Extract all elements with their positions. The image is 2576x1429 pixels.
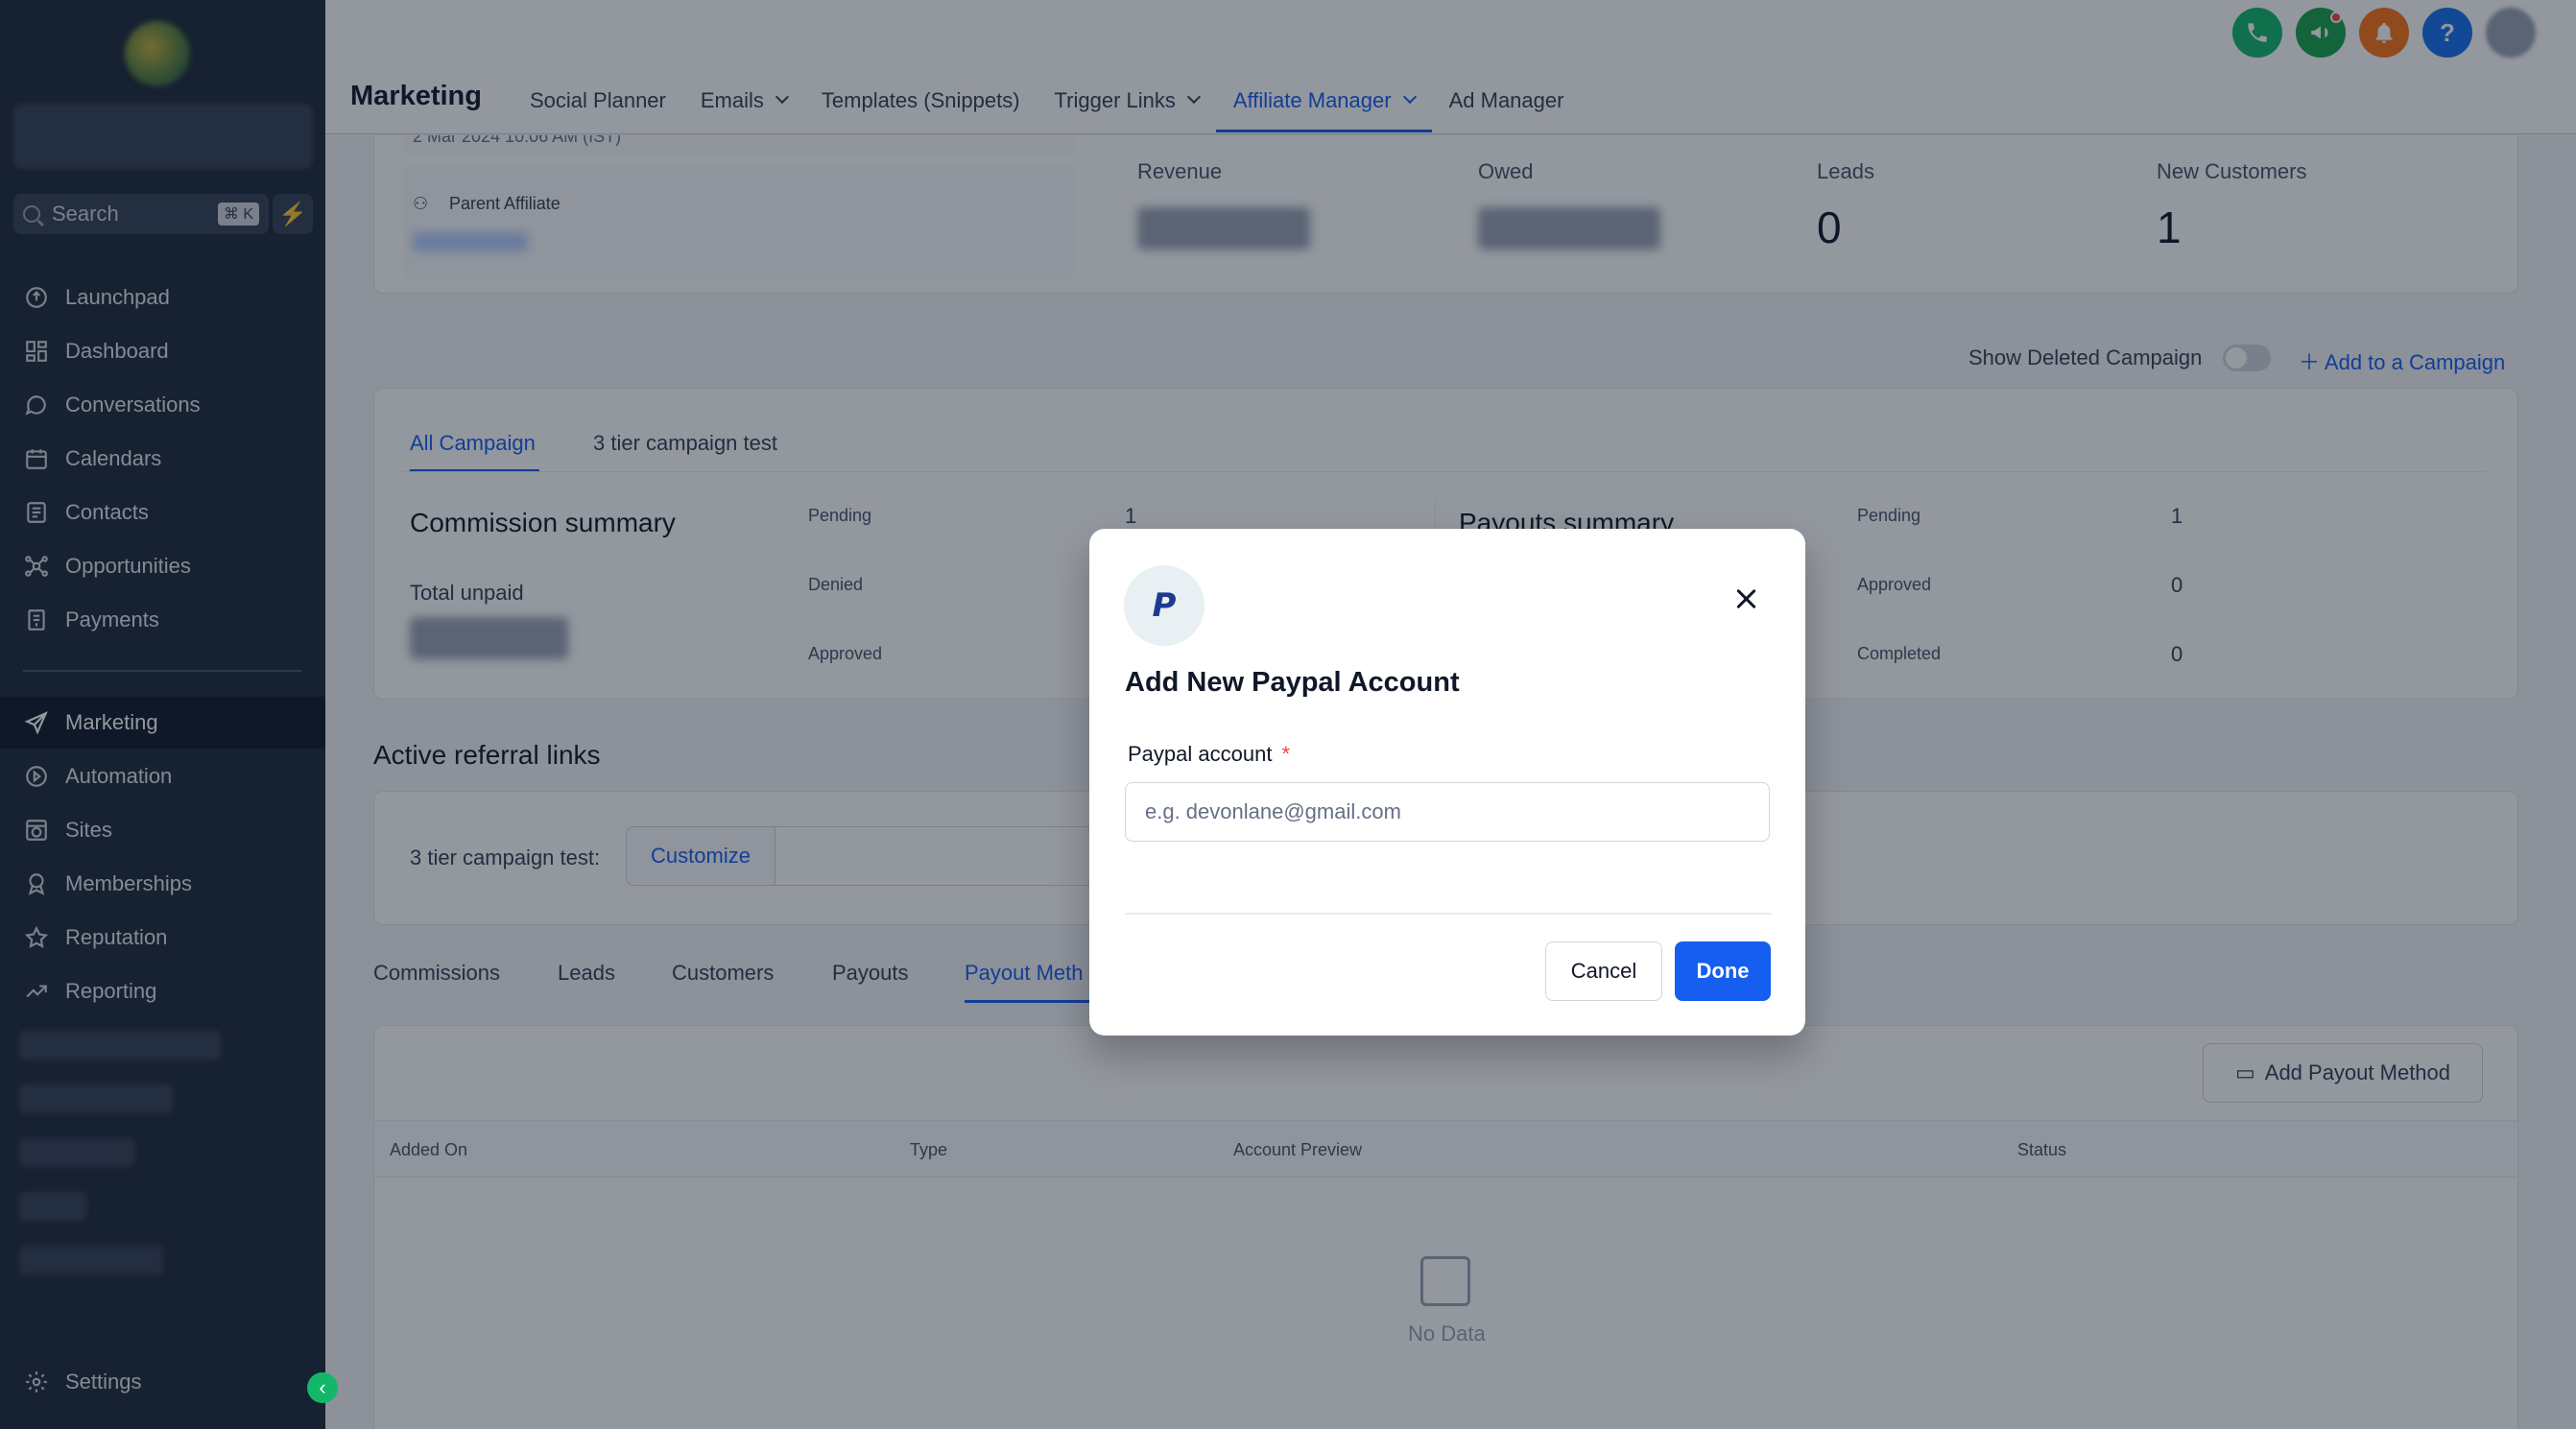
paypal-account-label: Paypal account * [1128, 742, 1290, 767]
close-icon[interactable] [1732, 584, 1761, 613]
done-button[interactable]: Done [1675, 941, 1771, 1001]
add-paypal-modal: P Add New Paypal Account Paypal account *… [1089, 529, 1805, 1036]
paypal-account-input[interactable] [1125, 782, 1770, 842]
required-mark: * [1281, 742, 1290, 766]
field-label-text: Paypal account [1128, 742, 1273, 766]
chevron-left-icon: ‹ [319, 1375, 326, 1399]
paypal-icon: P [1152, 586, 1177, 625]
collapse-sidebar-button[interactable]: ‹ [307, 1372, 338, 1403]
modal-divider [1125, 913, 1772, 915]
modal-title: Add New Paypal Account [1125, 667, 1460, 698]
cancel-button[interactable]: Cancel [1545, 941, 1662, 1001]
paypal-logo: P [1124, 565, 1205, 646]
